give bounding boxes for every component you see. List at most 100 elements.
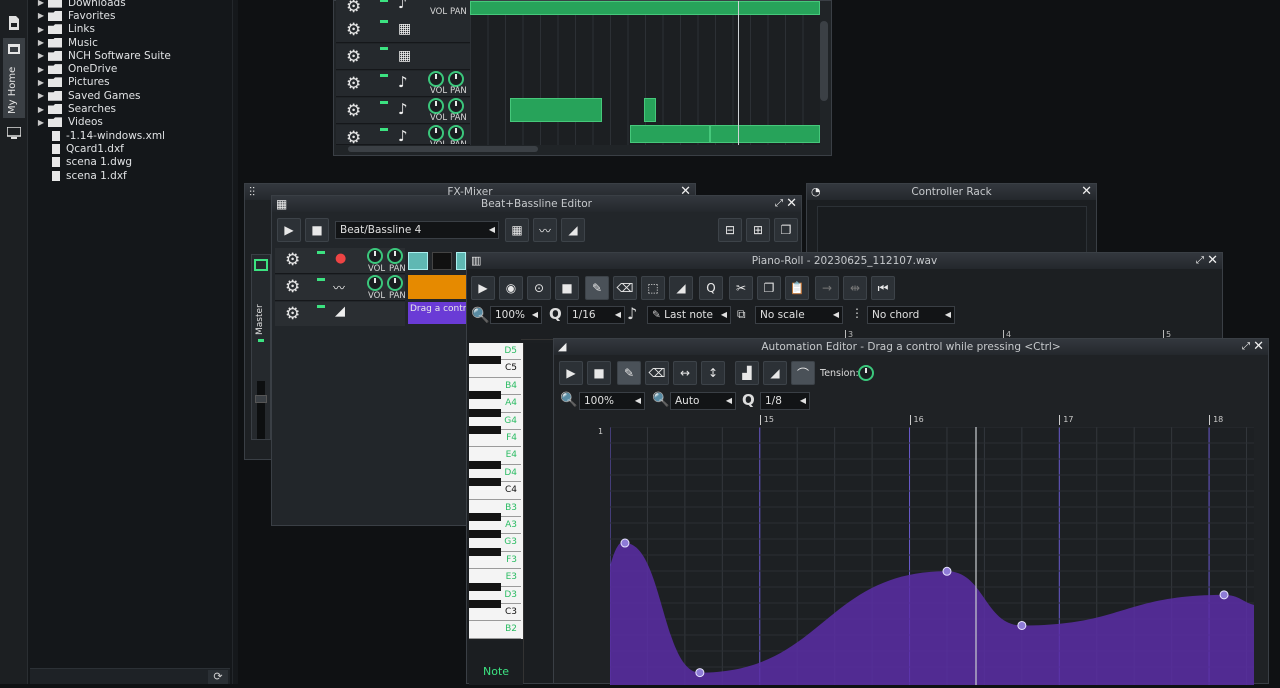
chord-select[interactable]: No chord ◀: [867, 306, 955, 324]
gear-icon[interactable]: ⚙: [346, 74, 361, 94]
volume-knob[interactable]: [367, 275, 383, 291]
cut-button[interactable]: ✂: [729, 276, 753, 300]
expand-arrow-icon[interactable]: ▶: [34, 91, 48, 100]
my-home-tab[interactable]: My Home: [3, 38, 25, 118]
cubic-progression-button[interactable]: ⌒: [791, 361, 815, 385]
master-channel[interactable]: Master: [251, 254, 271, 440]
piano-black-key[interactable]: [469, 478, 501, 487]
pattern-select[interactable]: Beat/Bassline 4 ◀: [335, 221, 499, 239]
controller-rack-titlebar[interactable]: ◔ Controller Rack ✕: [807, 184, 1096, 200]
file-item[interactable]: scena 1.dwg: [34, 156, 230, 169]
piano-black-key[interactable]: [469, 582, 501, 591]
automation-grid[interactable]: [609, 426, 1254, 685]
folder-item[interactable]: ▶ Links: [34, 23, 230, 36]
horizontal-scrollbar[interactable]: [348, 146, 538, 152]
clone-steps-button[interactable]: ❐: [774, 218, 798, 242]
beat-track[interactable]: ⚙ ● VOL PAN: [275, 248, 406, 274]
folder-item[interactable]: ▶ Downloads: [34, 0, 230, 9]
sample-clip[interactable]: [408, 275, 466, 299]
beat-step[interactable]: [456, 252, 466, 270]
note-length-select[interactable]: ✎ Last note ◀: [647, 306, 731, 324]
add-sample-track-button[interactable]: 〰: [533, 218, 557, 242]
piano-black-key[interactable]: [469, 600, 501, 608]
song-track[interactable]: ⚙ ♪ VOL PAN: [336, 98, 470, 124]
song-track[interactable]: ⚙ ♪ VOL PAN: [336, 125, 470, 145]
pattern-clip[interactable]: [510, 98, 602, 122]
pan-knob[interactable]: [387, 248, 403, 264]
expand-arrow-icon[interactable]: ▶: [34, 118, 48, 127]
piano-black-key[interactable]: [469, 408, 501, 417]
expand-arrow-icon[interactable]: ▶: [34, 78, 48, 87]
fader-handle[interactable]: [255, 395, 267, 403]
browser-filter-field[interactable]: [30, 668, 230, 684]
file-item[interactable]: Qcard1.dxf: [34, 142, 230, 155]
pan-knob[interactable]: [387, 275, 403, 291]
piano-black-key[interactable]: [469, 530, 501, 539]
expand-arrow-icon[interactable]: ▶: [34, 65, 48, 74]
gear-icon[interactable]: ⚙: [346, 20, 361, 40]
automation-timeline[interactable]: 15 16 17 18: [610, 415, 1254, 425]
pitch-bend-button[interactable]: ◢: [669, 276, 693, 300]
refresh-icon[interactable]: ⟳: [208, 670, 228, 684]
automation-curve-canvas[interactable]: [609, 426, 1254, 685]
erase-mode-button[interactable]: ⌫: [645, 361, 669, 385]
paste-button[interactable]: 📋: [785, 276, 809, 300]
close-icon[interactable]: ✕: [1207, 253, 1218, 268]
note-grid[interactable]: [523, 343, 553, 683]
gear-icon[interactable]: ⚙: [346, 128, 361, 144]
maximize-icon[interactable]: ⤢: [1242, 339, 1250, 354]
play-button[interactable]: ▶: [559, 361, 583, 385]
pattern-clip[interactable]: [630, 125, 710, 143]
volume-knob[interactable]: [428, 98, 444, 114]
folder-item[interactable]: ▶ NCH Software Suite: [34, 49, 230, 62]
flip-horizontal-button[interactable]: ↔: [673, 361, 697, 385]
scale-select[interactable]: No scale ◀: [755, 306, 843, 324]
gear-icon[interactable]: ⚙: [285, 304, 300, 324]
pan-knob[interactable]: [448, 125, 464, 141]
folder-item[interactable]: ▶ Saved Games: [34, 89, 230, 102]
close-icon[interactable]: ✕: [786, 196, 797, 211]
piano-black-key[interactable]: [469, 356, 501, 365]
pattern-clip[interactable]: [644, 98, 656, 122]
gear-icon[interactable]: ⚙: [346, 101, 361, 121]
remove-steps-button[interactable]: ⊟: [718, 218, 742, 242]
beat-step[interactable]: [432, 252, 452, 270]
record-button[interactable]: ◉: [499, 276, 523, 300]
piano-black-key[interactable]: [469, 460, 501, 469]
gear-icon[interactable]: ⚙: [285, 277, 300, 297]
folder-item[interactable]: ▶ OneDrive: [34, 62, 230, 75]
arrow-right-icon[interactable]: →: [815, 276, 839, 300]
flip-icon[interactable]: ⇹: [843, 276, 867, 300]
add-automation-track-button[interactable]: ◢: [561, 218, 585, 242]
quantize-select[interactable]: 1/8 ◀: [760, 392, 810, 410]
record-while-playing-button[interactable]: ⊙: [527, 276, 551, 300]
add-steps-button[interactable]: ⊞: [746, 218, 770, 242]
expand-arrow-icon[interactable]: ▶: [34, 0, 48, 7]
quantize-select[interactable]: 1/16 ◀: [567, 306, 625, 324]
draw-mode-button[interactable]: ✎: [585, 276, 609, 300]
pattern-clip[interactable]: [710, 125, 820, 143]
expand-arrow-icon[interactable]: ▶: [34, 25, 48, 34]
linear-progression-button[interactable]: ◢: [763, 361, 787, 385]
automation-point[interactable]: [695, 668, 705, 678]
stop-button[interactable]: ■: [587, 361, 611, 385]
folder-item[interactable]: ▶ Searches: [34, 102, 230, 115]
automation-point[interactable]: [942, 566, 952, 576]
tension-knob[interactable]: [858, 365, 874, 381]
panel-divider[interactable]: [232, 0, 238, 684]
beat-track[interactable]: ⚙ 〰 VOL PAN: [275, 275, 406, 301]
beat-editor-titlebar[interactable]: ▦ Beat+Bassline Editor ⤢ ✕: [272, 196, 801, 212]
gear-icon[interactable]: ⚙: [346, 0, 361, 17]
automation-point[interactable]: [1219, 590, 1229, 600]
copy-button[interactable]: ❐: [757, 276, 781, 300]
folder-item[interactable]: ▶ Music: [34, 36, 230, 49]
piano-black-key[interactable]: [469, 547, 501, 556]
quantize-button[interactable]: Q: [699, 276, 723, 300]
computer-icon[interactable]: [3, 122, 25, 144]
folder-item[interactable]: ▶ Favorites: [34, 9, 230, 22]
zoom-y-select[interactable]: Auto ◀: [670, 392, 736, 410]
piano-black-key[interactable]: [469, 513, 501, 521]
file-item[interactable]: scena 1.dxf: [34, 169, 230, 182]
volume-knob[interactable]: [367, 248, 383, 264]
piano-key[interactable]: B2: [469, 621, 521, 639]
